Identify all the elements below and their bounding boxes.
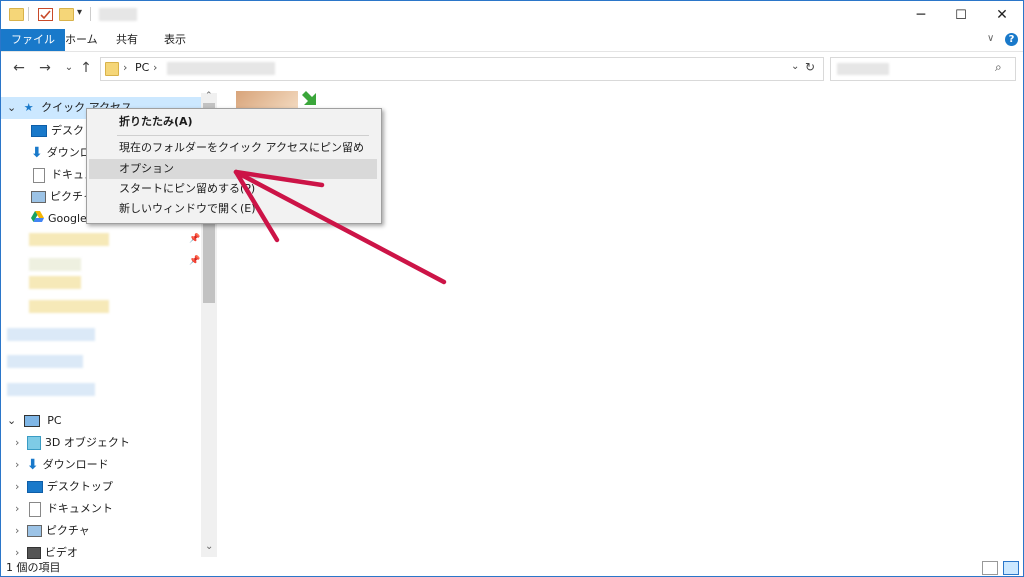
annotation-arrow [233, 169, 447, 285]
